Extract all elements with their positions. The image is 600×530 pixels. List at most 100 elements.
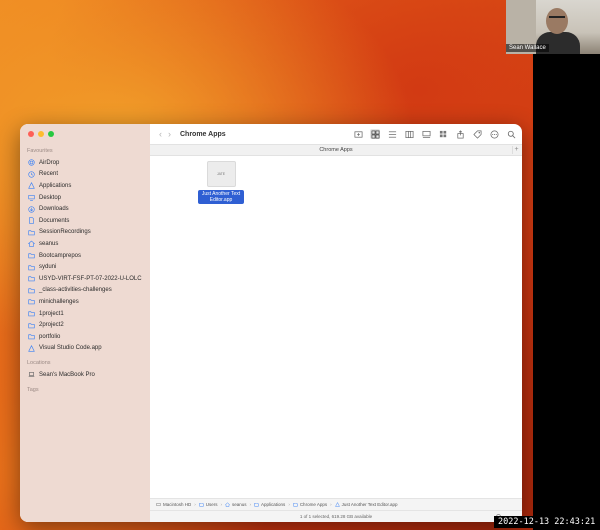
- airdrop-icon: [28, 159, 35, 166]
- folder-icon: [199, 502, 204, 507]
- tag-icon[interactable]: [472, 129, 482, 139]
- icon-view-icon[interactable]: [370, 129, 380, 139]
- path-crumb[interactable]: Just Another Text Editor.app: [334, 501, 398, 507]
- participant-name-label: Sean Wallace: [506, 44, 549, 52]
- sidebar-item-label: Downloads: [39, 206, 69, 213]
- desktop-icon: [28, 194, 35, 201]
- folder-icon: [28, 252, 35, 259]
- folder-icon: [293, 502, 298, 507]
- location-item-sean-s-macbook-pro[interactable]: Sean's MacBook Pro: [20, 369, 150, 381]
- sidebar-section-tags: Tags: [27, 386, 39, 393]
- back-arrow-icon[interactable]: ‹: [159, 129, 162, 139]
- sidebar-item-documents[interactable]: Documents: [20, 215, 150, 227]
- path-crumb-label: Applications: [261, 502, 286, 507]
- sidebar-item-label: syduni: [39, 264, 57, 271]
- sidebar-item-airdrop[interactable]: AirDrop: [20, 157, 150, 169]
- laptop-icon: [28, 371, 35, 378]
- list-view-icon[interactable]: [387, 129, 397, 139]
- new-tab-button[interactable]: +: [512, 146, 520, 154]
- sidebar-item-label: _class-activities-challenges: [39, 287, 112, 294]
- column-view-icon[interactable]: [404, 129, 414, 139]
- sidebar-item-downloads[interactable]: Downloads: [20, 203, 150, 215]
- search-icon[interactable]: [506, 129, 516, 139]
- sidebar-item-minichallenges[interactable]: minichallenges: [20, 296, 150, 308]
- tab-bar: Chrome Apps +: [150, 144, 522, 156]
- path-crumb[interactable]: Macintosh HD: [156, 502, 191, 507]
- sidebar-item-class-activities-challenges[interactable]: _class-activities-challenges: [20, 285, 150, 297]
- maximize-window-button[interactable]: [48, 131, 54, 137]
- path-separator: ›: [330, 502, 332, 507]
- file-name-label[interactable]: Just Another Text Editor.app: [198, 190, 244, 204]
- download-icon: [28, 206, 35, 213]
- more-actions-icon[interactable]: [489, 129, 499, 139]
- participant-glasses: [549, 16, 565, 20]
- sidebar-item-desktop[interactable]: Desktop: [20, 192, 150, 204]
- sidebar-item-sessionrecordings[interactable]: SessionRecordings: [20, 227, 150, 239]
- folder-icon: [28, 298, 35, 305]
- folder-icon: [28, 264, 35, 271]
- sidebar-item-label: Applications: [39, 182, 72, 189]
- finder-sidebar: Favourites AirDrop Recent Applications Desk…: [20, 124, 150, 522]
- path-crumb-label: seanus: [232, 502, 247, 507]
- home-icon: [28, 240, 35, 248]
- home-icon: [224, 502, 231, 507]
- window-controls: [28, 131, 54, 137]
- file-area[interactable]: JATE Just Another Text Editor.app: [150, 157, 522, 498]
- gallery-view-icon[interactable]: [421, 129, 431, 139]
- path-crumb-label: Users: [205, 502, 218, 507]
- group-by-icon[interactable]: [438, 129, 448, 139]
- path-crumb[interactable]: seanus: [224, 502, 247, 507]
- toolbar-actions: [353, 129, 516, 139]
- sidebar-item-bootcamprepos[interactable]: Bootcamprepos: [20, 250, 150, 262]
- navigation-arrows: ‹ ›: [159, 129, 171, 139]
- sidebar-item-label: 2project2: [39, 322, 64, 329]
- sidebar-item-label: portfolio: [39, 333, 61, 340]
- forward-arrow-icon[interactable]: ›: [168, 129, 171, 139]
- tab-title[interactable]: Chrome Apps: [150, 145, 522, 156]
- participant-video-tile[interactable]: Sean Wallace: [506, 0, 600, 54]
- clock-icon: [28, 171, 35, 178]
- folder-icon: [254, 502, 259, 507]
- finder-toolbar: ‹ › Chrome Apps: [150, 124, 522, 144]
- sidebar-item-label: SessionRecordings: [39, 229, 91, 236]
- sidebar-item-label: seanus: [39, 240, 59, 247]
- app-icon: [334, 501, 340, 507]
- sidebar-item-recent[interactable]: Recent: [20, 169, 150, 181]
- minimize-window-button[interactable]: [38, 131, 44, 137]
- sidebar-item-label: Bootcamprepos: [39, 252, 82, 259]
- sidebar-item-portfolio[interactable]: portfolio: [20, 331, 150, 343]
- sidebar-item-1project1[interactable]: 1project1: [20, 308, 150, 320]
- path-crumb-label: Macintosh HD: [163, 502, 192, 507]
- sidebar-item-usyd-virt-fsf-pt-07-2022-u-lolc[interactable]: USYD-VIRT-FSF-PT-07-2022-U-LOLC: [20, 273, 150, 285]
- sidebar-item-syduni[interactable]: syduni: [20, 261, 150, 273]
- close-window-button[interactable]: [28, 131, 34, 137]
- video-side-panel: [533, 0, 600, 530]
- sidebar-item-2project2[interactable]: 2project2: [20, 319, 150, 331]
- participant-head: [546, 8, 568, 34]
- sidebar-item-visual-studio-code-app[interactable]: Visual Studio Code.app: [20, 343, 150, 355]
- finder-window[interactable]: Favourites AirDrop Recent Applications Desk…: [20, 124, 522, 522]
- sidebar-item-applications[interactable]: Applications: [20, 180, 150, 192]
- sidebar-item-label: Documents: [39, 217, 70, 224]
- new-folder-icon[interactable]: [353, 129, 363, 139]
- applications-icon: [28, 182, 35, 190]
- sidebar-item-label: 1project1: [39, 310, 64, 317]
- folder-icon: [28, 275, 35, 282]
- finder-main: ‹ › Chrome Apps Chrome Apps + JATE Just …: [150, 124, 522, 522]
- app-file-icon: JATE: [206, 161, 236, 187]
- sidebar-section-locations: Locations: [27, 360, 51, 367]
- app-icon: [28, 344, 35, 352]
- sidebar-item-seanus[interactable]: seanus: [20, 238, 150, 250]
- sidebar-item-label: Recent: [39, 171, 59, 178]
- folder-icon: [28, 322, 35, 329]
- path-crumb[interactable]: Applications: [254, 502, 285, 507]
- path-separator: ›: [288, 502, 290, 507]
- drive-icon: [156, 502, 161, 507]
- file-item[interactable]: JATE Just Another Text Editor.app: [198, 161, 244, 204]
- path-crumb[interactable]: Users: [199, 502, 218, 507]
- favourites-list: AirDrop Recent Applications Desktop Download…: [20, 157, 150, 354]
- share-icon[interactable]: [455, 129, 465, 139]
- folder-icon: [28, 229, 35, 236]
- path-crumb-label: Just Another Text Editor.app: [341, 502, 398, 507]
- path-crumb[interactable]: Chrome Apps: [293, 502, 327, 507]
